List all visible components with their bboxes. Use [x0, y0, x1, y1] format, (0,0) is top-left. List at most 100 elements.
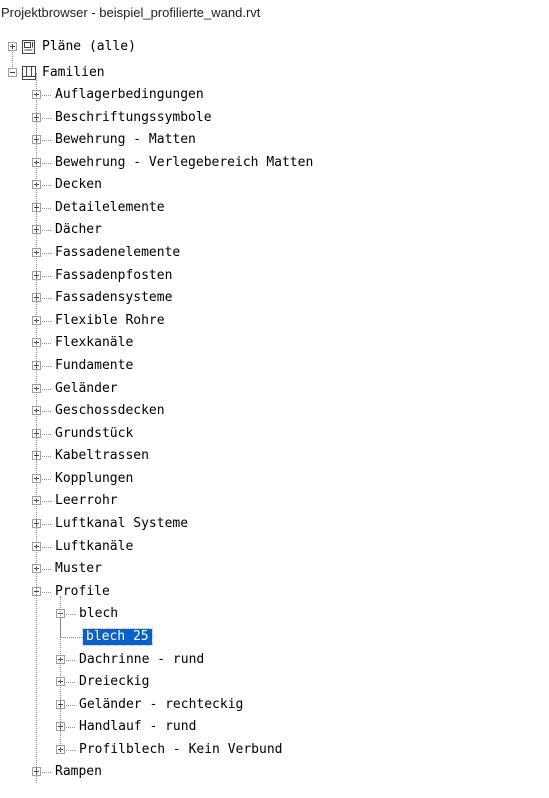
tree-item-label: Geländer: [55, 380, 118, 396]
tree-item[interactable]: Luftkanäle: [0, 536, 549, 558]
tree-item[interactable]: Decken: [0, 174, 549, 196]
tree-connector: [42, 230, 51, 232]
tree-connector: [66, 659, 75, 661]
tree-connector: [42, 456, 51, 458]
tree-item[interactable]: Detailelemente: [0, 197, 549, 219]
tree-connector: [42, 320, 51, 322]
tree-item-label: Handlauf - rund: [79, 719, 197, 735]
tree-item-label: Kabeltrassen: [55, 448, 149, 464]
tree-item-label: Grundstück: [55, 425, 134, 441]
tree-item[interactable]: Muster: [0, 558, 549, 580]
tree-item[interactable]: Kabeltrassen: [0, 445, 549, 467]
tree-item-label: Bewehrung - Matten: [55, 132, 196, 148]
tree-item[interactable]: Fassadenpfosten: [0, 265, 549, 287]
tree-item-label: blech: [79, 606, 119, 622]
tree-item-label: Decken: [55, 177, 102, 193]
project-browser-title: Projektbrowser - beispiel_profilierte_wa…: [0, 0, 549, 24]
tree-connector: [42, 772, 51, 774]
tree-item-label: Profile: [55, 583, 110, 599]
tree-item[interactable]: Dachrinne - rund: [0, 649, 549, 671]
tree-item-label: Rampen: [55, 764, 102, 780]
tree-connector: [42, 140, 51, 142]
tree-item[interactable]: Kopplungen: [0, 468, 549, 490]
tree-item[interactable]: Geländer: [0, 378, 549, 400]
tree-connector: [60, 636, 82, 638]
tree-item[interactable]: Dreieckig: [0, 671, 549, 693]
tree-item-label: Dachrinne - rund: [79, 651, 205, 667]
tree-item-label: Luftkanäle: [55, 538, 134, 554]
tree-item-label: Flexible Rohre: [55, 312, 165, 328]
tree-item[interactable]: Fundamente: [0, 355, 549, 377]
tree-item-plaene[interactable]: Pläne (alle): [0, 36, 549, 58]
tree-item[interactable]: Rampen: [0, 761, 549, 783]
tree-connector: [42, 365, 51, 367]
tree-item-label: Muster: [55, 561, 102, 577]
tree-item[interactable]: Leerrohr: [0, 490, 549, 512]
tree-connector: [42, 253, 51, 255]
tree-connector: [42, 524, 51, 526]
tree-item-profile[interactable]: Profile: [0, 581, 549, 603]
tree-item-label: Kopplungen: [55, 470, 134, 486]
tree-item[interactable]: Fassadenelemente: [0, 242, 549, 264]
tree-item-label: Geländer - rechteckig: [79, 696, 244, 712]
tree-item-label: Profilblech - Kein Verbund: [79, 741, 283, 757]
tree-item-label: Beschriftungssymbole: [55, 109, 212, 125]
tree-connector: [42, 501, 51, 503]
tree-connector: [42, 275, 51, 277]
tree-connector: [42, 95, 51, 96]
tree-connector: [42, 569, 51, 571]
tree-connector: [42, 411, 51, 413]
project-browser-tree: Pläne (alle) Familien Auflagerbedingunge…: [0, 24, 549, 798]
tree-item[interactable]: Luftkanal Systeme: [0, 513, 549, 535]
collapse-toggle[interactable]: [8, 68, 17, 77]
tree-connector: [42, 388, 51, 390]
tree-item-label: Luftkanal Systeme: [55, 516, 189, 532]
tree-item-label: Familien: [42, 65, 105, 80]
tree-item-label: Auflagerbedingungen: [55, 87, 204, 102]
tree-item-label: Leerrohr: [55, 493, 118, 509]
tree-item-blech[interactable]: blech: [0, 603, 549, 625]
tree-item-label: Fassadenelemente: [55, 245, 181, 261]
tree-item-label: Detailelemente: [55, 199, 165, 215]
tree-item[interactable]: Flexible Rohre: [0, 310, 549, 332]
tree-item-label: Bewehrung - Verlegebereich Matten: [55, 154, 314, 170]
tree-item-label: Pläne (alle): [42, 39, 136, 54]
tree-item-label: Dächer: [55, 222, 102, 238]
tree-connector: [66, 727, 75, 729]
tree-item-label: Geschossdecken: [55, 403, 165, 419]
tree-connector: [66, 682, 75, 684]
tree-item[interactable]: Bewehrung - Matten: [0, 129, 549, 151]
tree-item[interactable]: Fassadensysteme: [0, 287, 549, 309]
tree-connector: [42, 162, 51, 164]
tree-connector: [42, 343, 51, 345]
tree-item-label: Flexkanäle: [55, 335, 134, 351]
sheet-icon: [22, 40, 35, 54]
tree-connector: [42, 433, 51, 435]
tree-item-blech-25[interactable]: blech 25: [0, 626, 549, 648]
tree-connector: [42, 117, 51, 119]
tree-item[interactable]: Dächer: [0, 219, 549, 241]
tree-item[interactable]: Handlauf - rund: [0, 716, 549, 738]
tree-connector: [42, 298, 51, 300]
families-icon: [22, 66, 36, 80]
tree-connector: [42, 546, 51, 548]
tree-item-label: Fassadensysteme: [55, 290, 173, 306]
tree-connector: [42, 185, 51, 187]
tree-item[interactable]: Geländer - rechteckig: [0, 694, 549, 716]
tree-item-familien[interactable]: Familien: [0, 62, 549, 84]
tree-connector: [66, 749, 75, 751]
tree-item-label: Dreieckig: [79, 674, 150, 690]
expand-toggle[interactable]: [8, 42, 17, 51]
tree-item[interactable]: Beschriftungssymbole: [0, 107, 549, 129]
tree-connector: [36, 73, 37, 784]
tree-item[interactable]: Auflagerbedingungen: [0, 84, 549, 106]
selected-tree-item-label: blech 25: [82, 627, 153, 646]
tree-item[interactable]: Grundstück: [0, 423, 549, 445]
tree-item[interactable]: Flexkanäle: [0, 332, 549, 354]
tree-item[interactable]: Profilblech - Kein Verbund: [0, 739, 549, 761]
tree-item[interactable]: Bewehrung - Verlegebereich Matten: [0, 152, 549, 174]
tree-connector: [66, 704, 75, 706]
tree-item[interactable]: Geschossdecken: [0, 400, 549, 422]
tree-connector: [60, 618, 61, 637]
tree-item-label: Fundamente: [55, 357, 134, 373]
